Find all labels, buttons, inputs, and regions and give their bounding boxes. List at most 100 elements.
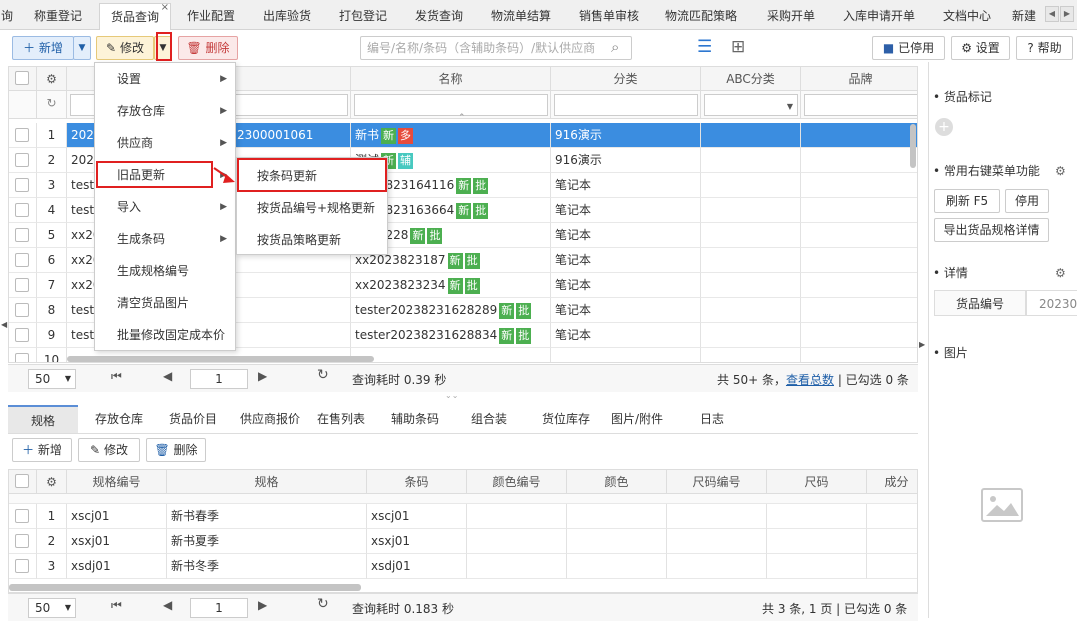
collapse-icon[interactable]: ⌃ (458, 113, 466, 123)
tab-item[interactable]: 打包登记 (330, 3, 396, 30)
column-settings-icon[interactable]: ⚙ (37, 67, 67, 91)
first-page-icon[interactable]: ⏮ (111, 598, 122, 613)
add-dropdown-button[interactable]: ▼ (73, 36, 91, 60)
next-page-icon[interactable]: ▶ (258, 369, 267, 383)
gear-icon[interactable]: ⚙ (1055, 266, 1066, 280)
lower-tab[interactable]: 图片/附件 (600, 405, 674, 433)
lower-tab[interactable]: 在售列表 (308, 405, 374, 433)
lower-tab[interactable]: 存放仓库 (84, 405, 154, 433)
scroll-right-icon[interactable]: ▶ (1060, 6, 1074, 22)
splitter-handle[interactable]: ⌄⌄ (445, 391, 458, 400)
column-header[interactable]: 规格 (167, 470, 367, 494)
refresh-icon[interactable]: ↻ (317, 367, 329, 383)
menu-item[interactable]: 生成规格编号 (95, 255, 235, 287)
scroll-left-icon[interactable]: ◀ (1045, 6, 1059, 22)
page-number-input[interactable]: 1 (190, 598, 248, 618)
column-header-brand[interactable]: 品牌 (801, 67, 917, 91)
column-header-abc[interactable]: ABC分类 (701, 67, 801, 91)
checkbox[interactable] (15, 509, 29, 523)
tab-item[interactable]: 文档中心 (932, 3, 1002, 30)
grid-view-icon[interactable]: ⊞ (731, 37, 745, 57)
filter-input[interactable] (354, 94, 548, 116)
prev-page-icon[interactable]: ◀ (163, 598, 172, 612)
tab-item[interactable]: 新建 (1012, 3, 1042, 30)
menu-item[interactable]: 存放仓库 ▶ (95, 95, 235, 127)
next-page-icon[interactable]: ▶ (258, 598, 267, 612)
prev-page-icon[interactable]: ◀ (163, 369, 172, 383)
submenu-item[interactable]: 按货品策略更新 (237, 224, 387, 256)
add-button[interactable]: ＋ 新增 (12, 36, 74, 60)
column-header[interactable]: 尺码编号 (667, 470, 767, 494)
page-size-select[interactable]: 50 ▼ (28, 598, 76, 618)
tab-item[interactable]: 询 (0, 3, 14, 30)
checkbox[interactable] (15, 278, 29, 292)
tab-item[interactable]: 销售单审核 (568, 3, 650, 30)
checkbox[interactable] (15, 474, 29, 488)
tab-item[interactable]: 入库申请开单 (834, 3, 924, 30)
checkbox[interactable] (15, 353, 29, 362)
checkbox[interactable] (15, 178, 29, 192)
horizontal-scrollbar[interactable] (67, 356, 374, 362)
lower-tab[interactable]: 规格 (8, 405, 78, 433)
filter-input[interactable] (804, 94, 917, 116)
checkbox[interactable] (15, 534, 29, 548)
menu-item[interactable]: 供应商 ▶ (95, 127, 235, 159)
export-spec-details-button[interactable]: 导出货品规格详情 (934, 218, 1049, 242)
column-header[interactable]: 规格编号 (67, 470, 167, 494)
search-icon[interactable]: ⌕ (611, 38, 619, 56)
checkbox[interactable] (15, 303, 29, 317)
lower-tab[interactable]: 日志 (676, 405, 748, 433)
tab-item[interactable]: 称重登记 (22, 3, 94, 30)
disabled-filter-button[interactable]: ■ 已停用 (872, 36, 945, 60)
menu-item[interactable]: 导入 ▶ (95, 191, 235, 223)
tab-item[interactable]: 采购开单 (756, 3, 826, 30)
add-mark-icon[interactable]: + (935, 118, 953, 136)
filter-select[interactable]: ▼ (704, 94, 798, 116)
delete-button[interactable]: 🗑 删除 (178, 36, 238, 60)
column-header-category[interactable]: 分类 (551, 67, 701, 91)
refresh-f5-button[interactable]: 刷新 F5 (934, 189, 1000, 213)
column-header[interactable]: 成分 (867, 470, 917, 494)
checkbox[interactable] (15, 328, 29, 342)
close-icon[interactable]: × (161, 4, 169, 21)
checkbox[interactable] (15, 203, 29, 217)
table-row[interactable]: 2 xsxj01 新书夏季 xsxj01 (9, 529, 917, 554)
lower-tab[interactable]: 组合装 (454, 405, 524, 433)
tab-item[interactable]: 物流单结算 (480, 3, 562, 30)
tab-goods-query[interactable]: 货品查询 × (99, 3, 171, 30)
panel-toggle-icon[interactable]: ◀ (1, 320, 7, 329)
list-view-icon[interactable]: ☰ (697, 37, 712, 57)
page-number-input[interactable]: 1 (190, 369, 248, 389)
column-header[interactable]: 尺码 (767, 470, 867, 494)
menu-item[interactable]: 清空货品图片 (95, 287, 235, 319)
tab-item[interactable]: 物流匹配策略 (655, 3, 747, 30)
checkbox[interactable] (15, 153, 29, 167)
edit-button[interactable]: ✎ 修改 (96, 36, 154, 60)
help-button[interactable]: ? 帮助 (1016, 36, 1073, 60)
tab-item[interactable]: 发货查询 (406, 3, 472, 30)
filter-input[interactable] (554, 94, 698, 116)
vertical-scrollbar[interactable] (910, 124, 916, 168)
lower-tab[interactable]: 货品价目 (158, 405, 228, 433)
horizontal-scrollbar[interactable] (9, 584, 361, 591)
column-header[interactable]: 条码 (367, 470, 467, 494)
search-input[interactable]: 编号/名称/条码（含辅助条码）/默认供应商 (360, 36, 632, 60)
lower-tab[interactable]: 货位库存 (528, 405, 604, 433)
checkbox[interactable] (15, 559, 29, 573)
spec-edit-button[interactable]: ✎ 修改 (78, 438, 140, 462)
checkbox[interactable] (15, 128, 29, 142)
refresh-icon[interactable]: ↻ (37, 91, 67, 119)
settings-button[interactable]: ⚙ 设置 (951, 36, 1010, 60)
menu-item[interactable]: 设置 ▶ (95, 63, 235, 95)
column-header[interactable]: 颜色编号 (467, 470, 567, 494)
view-total-link[interactable]: 查看总数 (786, 373, 834, 387)
table-row[interactable]: 1 xscj01 新书春季 xscj01 (9, 504, 917, 529)
refresh-icon[interactable]: ↻ (317, 596, 329, 612)
page-size-select[interactable]: 50 ▼ (28, 369, 76, 389)
checkbox[interactable] (15, 253, 29, 267)
checkbox[interactable] (15, 228, 29, 242)
column-settings-icon[interactable]: ⚙ (37, 470, 67, 494)
menu-item[interactable]: 批量修改固定成本价 (95, 319, 235, 351)
gear-icon[interactable]: ⚙ (1055, 164, 1066, 178)
first-page-icon[interactable]: ⏮ (111, 369, 122, 384)
